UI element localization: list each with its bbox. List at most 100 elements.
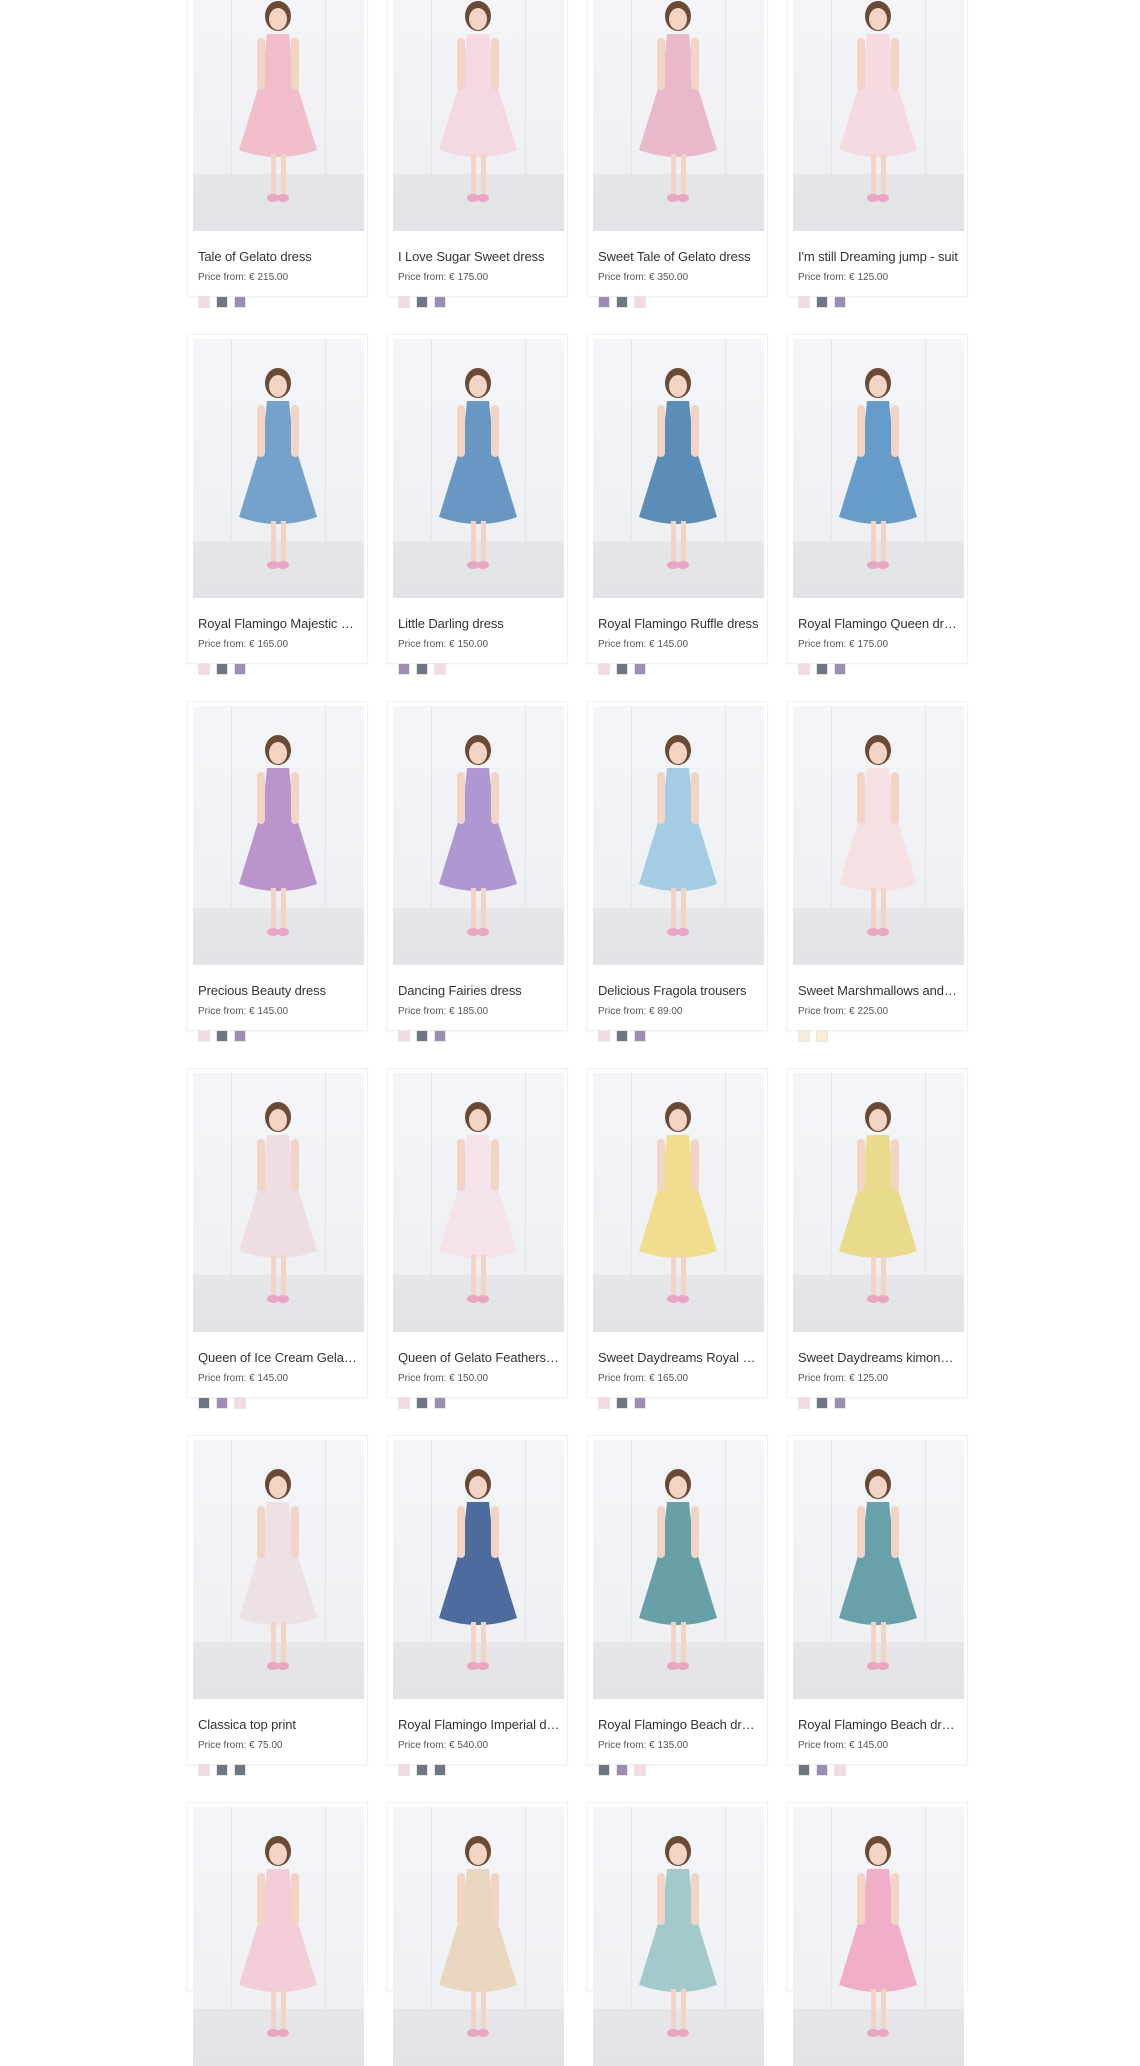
product-card[interactable]: Royal Flamingo Queen dress Price from: € … bbox=[787, 334, 968, 675]
product-name[interactable]: Sweet Tale of Gelato dress bbox=[598, 249, 760, 264]
product-image[interactable] bbox=[793, 1807, 964, 2066]
color-swatch-purple[interactable] bbox=[616, 1764, 628, 1776]
color-swatch-grey[interactable] bbox=[816, 663, 828, 675]
product-card[interactable]: Tale of Gelato dress Price from: € 215.00 bbox=[187, 0, 368, 308]
color-swatch-grey[interactable] bbox=[598, 1764, 610, 1776]
product-name[interactable]: Queen of Gelato Feathers dress bbox=[398, 1350, 560, 1365]
color-swatch-purple[interactable] bbox=[234, 1030, 246, 1042]
color-swatch-grey[interactable] bbox=[416, 663, 428, 675]
color-swatch-grey[interactable] bbox=[216, 663, 228, 675]
product-card[interactable]: Royal Flamingo Ruffle dress Price from: €… bbox=[587, 334, 768, 675]
product-name[interactable]: Sweet Daydreams Royal kimono bbox=[598, 1350, 760, 1365]
product-card[interactable]: Queen of Ice Cream Gelato dress Price fro… bbox=[187, 1068, 368, 1409]
product-name[interactable]: Queen of Ice Cream Gelato dress bbox=[198, 1350, 360, 1365]
color-swatch-pink[interactable] bbox=[634, 296, 646, 308]
product-card[interactable]: Sweet Marshmallows and Strawberries dres… bbox=[787, 701, 968, 1042]
product-image[interactable] bbox=[593, 339, 764, 598]
product-image[interactable] bbox=[393, 0, 564, 231]
color-swatch-grey[interactable] bbox=[234, 1764, 246, 1776]
color-swatch-purple[interactable] bbox=[634, 663, 646, 675]
color-swatch-pink[interactable] bbox=[598, 1030, 610, 1042]
product-name[interactable]: I Love Sugar Sweet dress bbox=[398, 249, 560, 264]
color-swatch-grey[interactable] bbox=[416, 1764, 428, 1776]
product-image[interactable] bbox=[793, 1440, 964, 1699]
color-swatch-pink[interactable] bbox=[398, 1397, 410, 1409]
product-name[interactable]: Delicious Fragola trousers bbox=[598, 983, 760, 998]
product-image[interactable] bbox=[593, 706, 764, 965]
color-swatch-grey[interactable] bbox=[434, 1764, 446, 1776]
color-swatch-pink[interactable] bbox=[834, 1764, 846, 1776]
product-image[interactable] bbox=[193, 339, 364, 598]
product-card[interactable]: Royal Flamingo Imperial dress Price from:… bbox=[387, 1435, 568, 1776]
color-swatch-pink[interactable] bbox=[634, 1764, 646, 1776]
product-card[interactable] bbox=[187, 1802, 368, 2066]
product-name[interactable]: Tale of Gelato dress bbox=[198, 249, 360, 264]
product-name[interactable]: Royal Flamingo Beach dress bbox=[598, 1717, 760, 1732]
color-swatch-purple[interactable] bbox=[398, 663, 410, 675]
product-image[interactable] bbox=[193, 706, 364, 965]
product-name[interactable]: Classica top print bbox=[198, 1717, 360, 1732]
product-card[interactable]: Queen of Gelato Feathers dress Price from… bbox=[387, 1068, 568, 1409]
product-card[interactable] bbox=[787, 1802, 968, 2066]
color-swatch-grey[interactable] bbox=[216, 1030, 228, 1042]
color-swatch-pink[interactable] bbox=[198, 663, 210, 675]
color-swatch-grey[interactable] bbox=[616, 663, 628, 675]
color-swatch-grey[interactable] bbox=[816, 296, 828, 308]
product-card[interactable]: Delicious Fragola trousers Price from: € … bbox=[587, 701, 768, 1042]
product-card[interactable]: Sweet Tale of Gelato dress Price from: € … bbox=[587, 0, 768, 308]
color-swatch-grey[interactable] bbox=[416, 296, 428, 308]
color-swatch-purple[interactable] bbox=[834, 663, 846, 675]
product-image[interactable] bbox=[593, 1807, 764, 2066]
color-swatch-grey[interactable] bbox=[616, 1030, 628, 1042]
product-image[interactable] bbox=[193, 1807, 364, 2066]
product-card[interactable]: Classica top print Price from: € 75.00 bbox=[187, 1435, 368, 1776]
product-image[interactable] bbox=[193, 1440, 364, 1699]
color-swatch-cream[interactable] bbox=[816, 1030, 828, 1042]
product-card[interactable] bbox=[387, 1802, 568, 2066]
product-image[interactable] bbox=[393, 1073, 564, 1332]
product-image[interactable] bbox=[193, 1073, 364, 1332]
product-name[interactable]: Royal Flamingo Beach dress bbox=[798, 1717, 960, 1732]
color-swatch-grey[interactable] bbox=[416, 1397, 428, 1409]
product-name[interactable]: Royal Flamingo Queen dress bbox=[798, 616, 960, 631]
color-swatch-pink[interactable] bbox=[598, 1397, 610, 1409]
product-name[interactable]: Dancing Fairies dress bbox=[398, 983, 560, 998]
color-swatch-grey[interactable] bbox=[216, 1764, 228, 1776]
color-swatch-purple[interactable] bbox=[434, 296, 446, 308]
color-swatch-grey[interactable] bbox=[816, 1397, 828, 1409]
product-image[interactable] bbox=[793, 1073, 964, 1332]
product-image[interactable] bbox=[393, 339, 564, 598]
product-card[interactable]: Sweet Daydreams Royal kimono Price from: … bbox=[587, 1068, 768, 1409]
color-swatch-pink[interactable] bbox=[798, 296, 810, 308]
color-swatch-purple[interactable] bbox=[834, 1397, 846, 1409]
color-swatch-purple[interactable] bbox=[234, 296, 246, 308]
color-swatch-grey[interactable] bbox=[616, 1397, 628, 1409]
product-image[interactable] bbox=[793, 0, 964, 231]
color-swatch-grey[interactable] bbox=[416, 1030, 428, 1042]
color-swatch-purple[interactable] bbox=[434, 1397, 446, 1409]
color-swatch-pink[interactable] bbox=[234, 1397, 246, 1409]
product-card[interactable]: Sweet Daydreams kimono jacket Price from:… bbox=[787, 1068, 968, 1409]
product-card[interactable]: Little Darling dress Price from: € 150.00 bbox=[387, 334, 568, 675]
product-name[interactable]: Sweet Daydreams kimono jacket bbox=[798, 1350, 960, 1365]
color-swatch-pink[interactable] bbox=[398, 1030, 410, 1042]
color-swatch-purple[interactable] bbox=[816, 1764, 828, 1776]
color-swatch-pink[interactable] bbox=[198, 1764, 210, 1776]
color-swatch-grey[interactable] bbox=[216, 296, 228, 308]
color-swatch-purple[interactable] bbox=[834, 296, 846, 308]
color-swatch-pink[interactable] bbox=[398, 1764, 410, 1776]
product-image[interactable] bbox=[593, 1440, 764, 1699]
color-swatch-pink[interactable] bbox=[798, 663, 810, 675]
color-swatch-purple[interactable] bbox=[634, 1030, 646, 1042]
product-card[interactable]: Royal Flamingo Beach dress Price from: € … bbox=[787, 1435, 968, 1776]
product-image[interactable] bbox=[193, 0, 364, 231]
product-image[interactable] bbox=[793, 339, 964, 598]
product-name[interactable]: Precious Beauty dress bbox=[198, 983, 360, 998]
product-card[interactable]: I'm still Dreaming jump - suit Price from… bbox=[787, 0, 968, 308]
color-swatch-pink[interactable] bbox=[198, 1030, 210, 1042]
product-name[interactable]: Royal Flamingo Majestic dress bbox=[198, 616, 360, 631]
color-swatch-pink[interactable] bbox=[398, 296, 410, 308]
product-name[interactable]: I'm still Dreaming jump - suit bbox=[798, 249, 960, 264]
product-name[interactable]: Sweet Marshmallows and Strawberries dres… bbox=[798, 983, 960, 998]
color-swatch-pink[interactable] bbox=[434, 663, 446, 675]
